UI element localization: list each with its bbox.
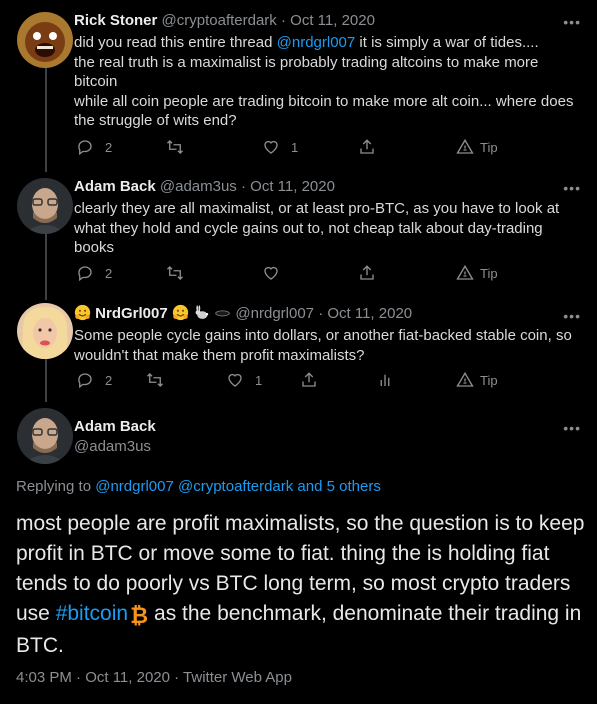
tweet-rick-stoner[interactable]: Rick Stoner @cryptoafterdark · Oct 11, 2… <box>0 0 597 168</box>
like-count: 1 <box>255 372 263 388</box>
more-options-button[interactable]: ••• <box>563 309 581 323</box>
reply-count: 2 <box>105 139 113 155</box>
replying-to-label: Replying to <box>16 478 96 495</box>
avatar[interactable] <box>17 178 73 234</box>
text-part: did you read this entire thread <box>74 34 277 51</box>
retweet-icon <box>167 140 183 154</box>
hugging-face-emoji-icon <box>74 304 91 321</box>
tip-button[interactable]: Tip <box>456 264 498 282</box>
reply-icon <box>78 373 92 389</box>
share-icon <box>302 372 316 387</box>
avatar[interactable] <box>17 12 73 68</box>
tip-button[interactable]: Tip <box>456 138 498 156</box>
more-options-button[interactable]: ••• <box>563 181 581 195</box>
tweet-actions: 2 1 Tip <box>74 138 574 160</box>
tweet-actions: 2 1 Tip <box>74 371 574 393</box>
tip-icon <box>456 264 474 280</box>
heart-icon <box>264 140 278 154</box>
retweet-icon <box>167 266 183 280</box>
separator-dot: · <box>318 305 324 322</box>
tweet-text: clearly they are all maximalist, or at l… <box>74 200 560 256</box>
display-name[interactable]: Adam Back <box>74 417 156 437</box>
share-icon <box>360 139 374 154</box>
replying-to-line: Replying to @nrdgrl007 @cryptoafterdark … <box>16 478 381 495</box>
rabbit-emoji-icon <box>193 304 210 321</box>
heart-icon <box>264 266 278 280</box>
replying-to-users-link[interactable]: @nrdgrl007 @cryptoafterdark and 5 others <box>95 478 381 495</box>
analytics-button[interactable] <box>376 371 394 389</box>
main-tweet-text: most people are profit maximalists, so t… <box>16 509 586 661</box>
reply-button[interactable]: 2 <box>76 138 112 156</box>
tip-label: Tip <box>480 265 498 281</box>
tip-icon <box>456 371 474 387</box>
tweet-date[interactable]: Oct 11, 2020 <box>290 12 375 29</box>
retweet-button[interactable] <box>146 371 164 389</box>
tweet-text: Some people cycle gains into dollars, or… <box>74 327 572 364</box>
reply-count: 2 <box>105 372 113 388</box>
hugging-face-emoji-icon <box>172 304 189 321</box>
hole-emoji-icon <box>214 304 231 321</box>
display-name[interactable]: NrdGrl007 <box>95 305 168 322</box>
tweet-adam-back-reply[interactable]: Adam Back @adam3us · Oct 11, 2020 ••• cl… <box>0 172 597 296</box>
mention-link[interactable]: @nrdgrl007 <box>277 34 356 51</box>
tweet-header: Adam Back @adam3us <box>74 417 156 457</box>
more-options-button[interactable]: ••• <box>563 421 581 435</box>
reply-count: 2 <box>105 265 113 281</box>
share-button[interactable] <box>358 264 376 282</box>
tweet-header: Adam Back @adam3us · Oct 11, 2020 <box>74 177 335 197</box>
tip-label: Tip <box>480 372 498 388</box>
reply-button[interactable]: 2 <box>76 371 112 389</box>
user-handle[interactable]: @adam3us <box>160 178 237 195</box>
tip-label: Tip <box>480 139 498 155</box>
reply-icon <box>78 140 92 156</box>
tweet-timestamp[interactable]: 4:03 PM · Oct 11, 2020 · Twitter Web App <box>16 669 292 686</box>
bitcoin-icon: ₿ <box>130 603 149 628</box>
retweet-icon <box>147 373 163 387</box>
tweet-date[interactable]: Oct 11, 2020 <box>327 305 412 322</box>
share-button[interactable] <box>358 138 376 156</box>
user-handle[interactable]: @nrdgrl007 <box>235 305 314 322</box>
separator-dot: · <box>240 178 246 195</box>
reply-button[interactable]: 2 <box>76 264 112 282</box>
more-options-button[interactable]: ••• <box>563 15 581 29</box>
tweet-date[interactable]: Oct 11, 2020 <box>250 178 335 195</box>
display-name[interactable]: Rick Stoner <box>74 12 157 29</box>
avatar[interactable] <box>17 408 73 464</box>
tweet-header: Rick Stoner @cryptoafterdark · Oct 11, 2… <box>74 11 375 31</box>
user-handle[interactable]: @cryptoafterdark <box>162 12 277 29</box>
separator-dot: · <box>280 12 286 29</box>
bar-chart-icon <box>380 374 390 386</box>
avatar[interactable] <box>17 303 73 359</box>
tweet-text: did you read this entire thread @nrdgrl0… <box>74 33 579 131</box>
tip-button[interactable]: Tip <box>456 371 498 389</box>
like-button[interactable] <box>262 264 280 282</box>
tip-icon <box>456 138 474 154</box>
hashtag-link[interactable]: #bitcoin <box>56 602 128 625</box>
user-handle[interactable]: @adam3us <box>74 437 156 457</box>
like-count: 1 <box>291 139 299 155</box>
heart-icon <box>228 373 242 387</box>
share-icon <box>360 265 374 280</box>
like-button[interactable]: 1 <box>262 138 298 156</box>
share-button[interactable] <box>300 371 318 389</box>
like-button[interactable]: 1 <box>226 371 262 389</box>
tweet-actions: 2 Tip <box>74 264 574 286</box>
display-name[interactable]: Adam Back <box>74 178 156 195</box>
tweet-nrdgrl007[interactable]: NrdGrl007 @nrdgrl007 · Oct 11, 2020 ••• … <box>0 300 597 404</box>
retweet-button[interactable] <box>166 138 184 156</box>
retweet-button[interactable] <box>166 264 184 282</box>
tweet-header: NrdGrl007 @nrdgrl007 · Oct 11, 2020 <box>74 304 412 324</box>
reply-icon <box>78 266 92 282</box>
